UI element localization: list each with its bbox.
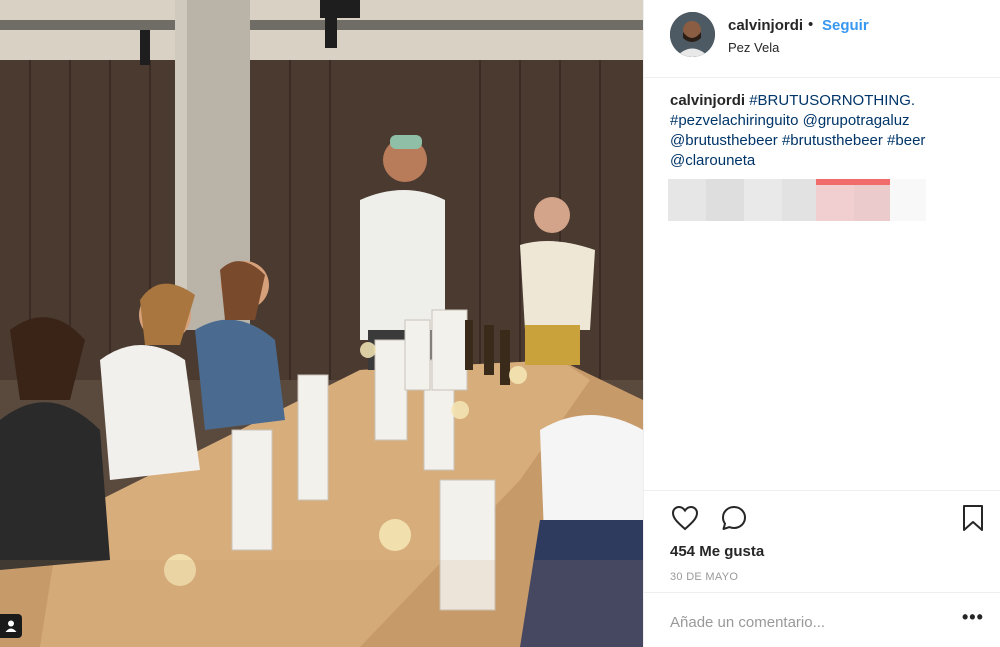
bookmark-icon [963, 505, 983, 531]
more-options-icon[interactable]: ••• [962, 607, 984, 628]
avatar-image [670, 12, 715, 57]
username-link[interactable]: calvinjordi [728, 17, 803, 34]
hashtag-link[interactable]: #pezvelachiringuito [670, 112, 798, 129]
redacted-area [668, 179, 926, 221]
heart-outline-icon [671, 505, 699, 531]
avatar[interactable] [670, 12, 715, 57]
post-caption: calvinjordi #BRUTUSORNOTHING. #pezvelach… [670, 91, 980, 171]
post-side-panel: calvinjordi • Seguir Pez Vela calvinjord… [643, 0, 1000, 647]
comment-input[interactable] [670, 611, 940, 633]
comment-button[interactable] [720, 504, 748, 537]
location-link[interactable]: Pez Vela [728, 40, 779, 55]
likes-count[interactable]: 454 Me gusta [670, 543, 764, 560]
user-tag-button[interactable] [0, 614, 22, 638]
hashtag-link[interactable]: #brutusthebeer [782, 132, 883, 149]
save-button[interactable] [962, 504, 984, 537]
hashtag-link[interactable]: #BRUTUSORNOTHING. [749, 92, 915, 109]
separator-dot: • [808, 16, 814, 33]
hashtag-link[interactable]: #beer [887, 132, 925, 149]
person-icon [5, 620, 17, 632]
follow-button[interactable]: Seguir [822, 17, 869, 34]
mention-link[interactable]: @brutusthebeer [670, 132, 778, 149]
post-photo[interactable] [0, 0, 643, 647]
post-header: calvinjordi • Seguir Pez Vela [644, 0, 1000, 78]
post-actions [644, 490, 1000, 550]
caption-username[interactable]: calvinjordi [670, 92, 745, 109]
comment-form: ••• [644, 592, 1000, 647]
photo-scene [0, 0, 643, 647]
mention-link[interactable]: @grupotragaluz [803, 112, 910, 129]
post-date[interactable]: 30 DE MAYO [670, 571, 738, 583]
like-button[interactable] [671, 505, 699, 536]
mention-link[interactable]: @clarouneta [670, 152, 755, 169]
speech-bubble-icon [722, 506, 746, 530]
